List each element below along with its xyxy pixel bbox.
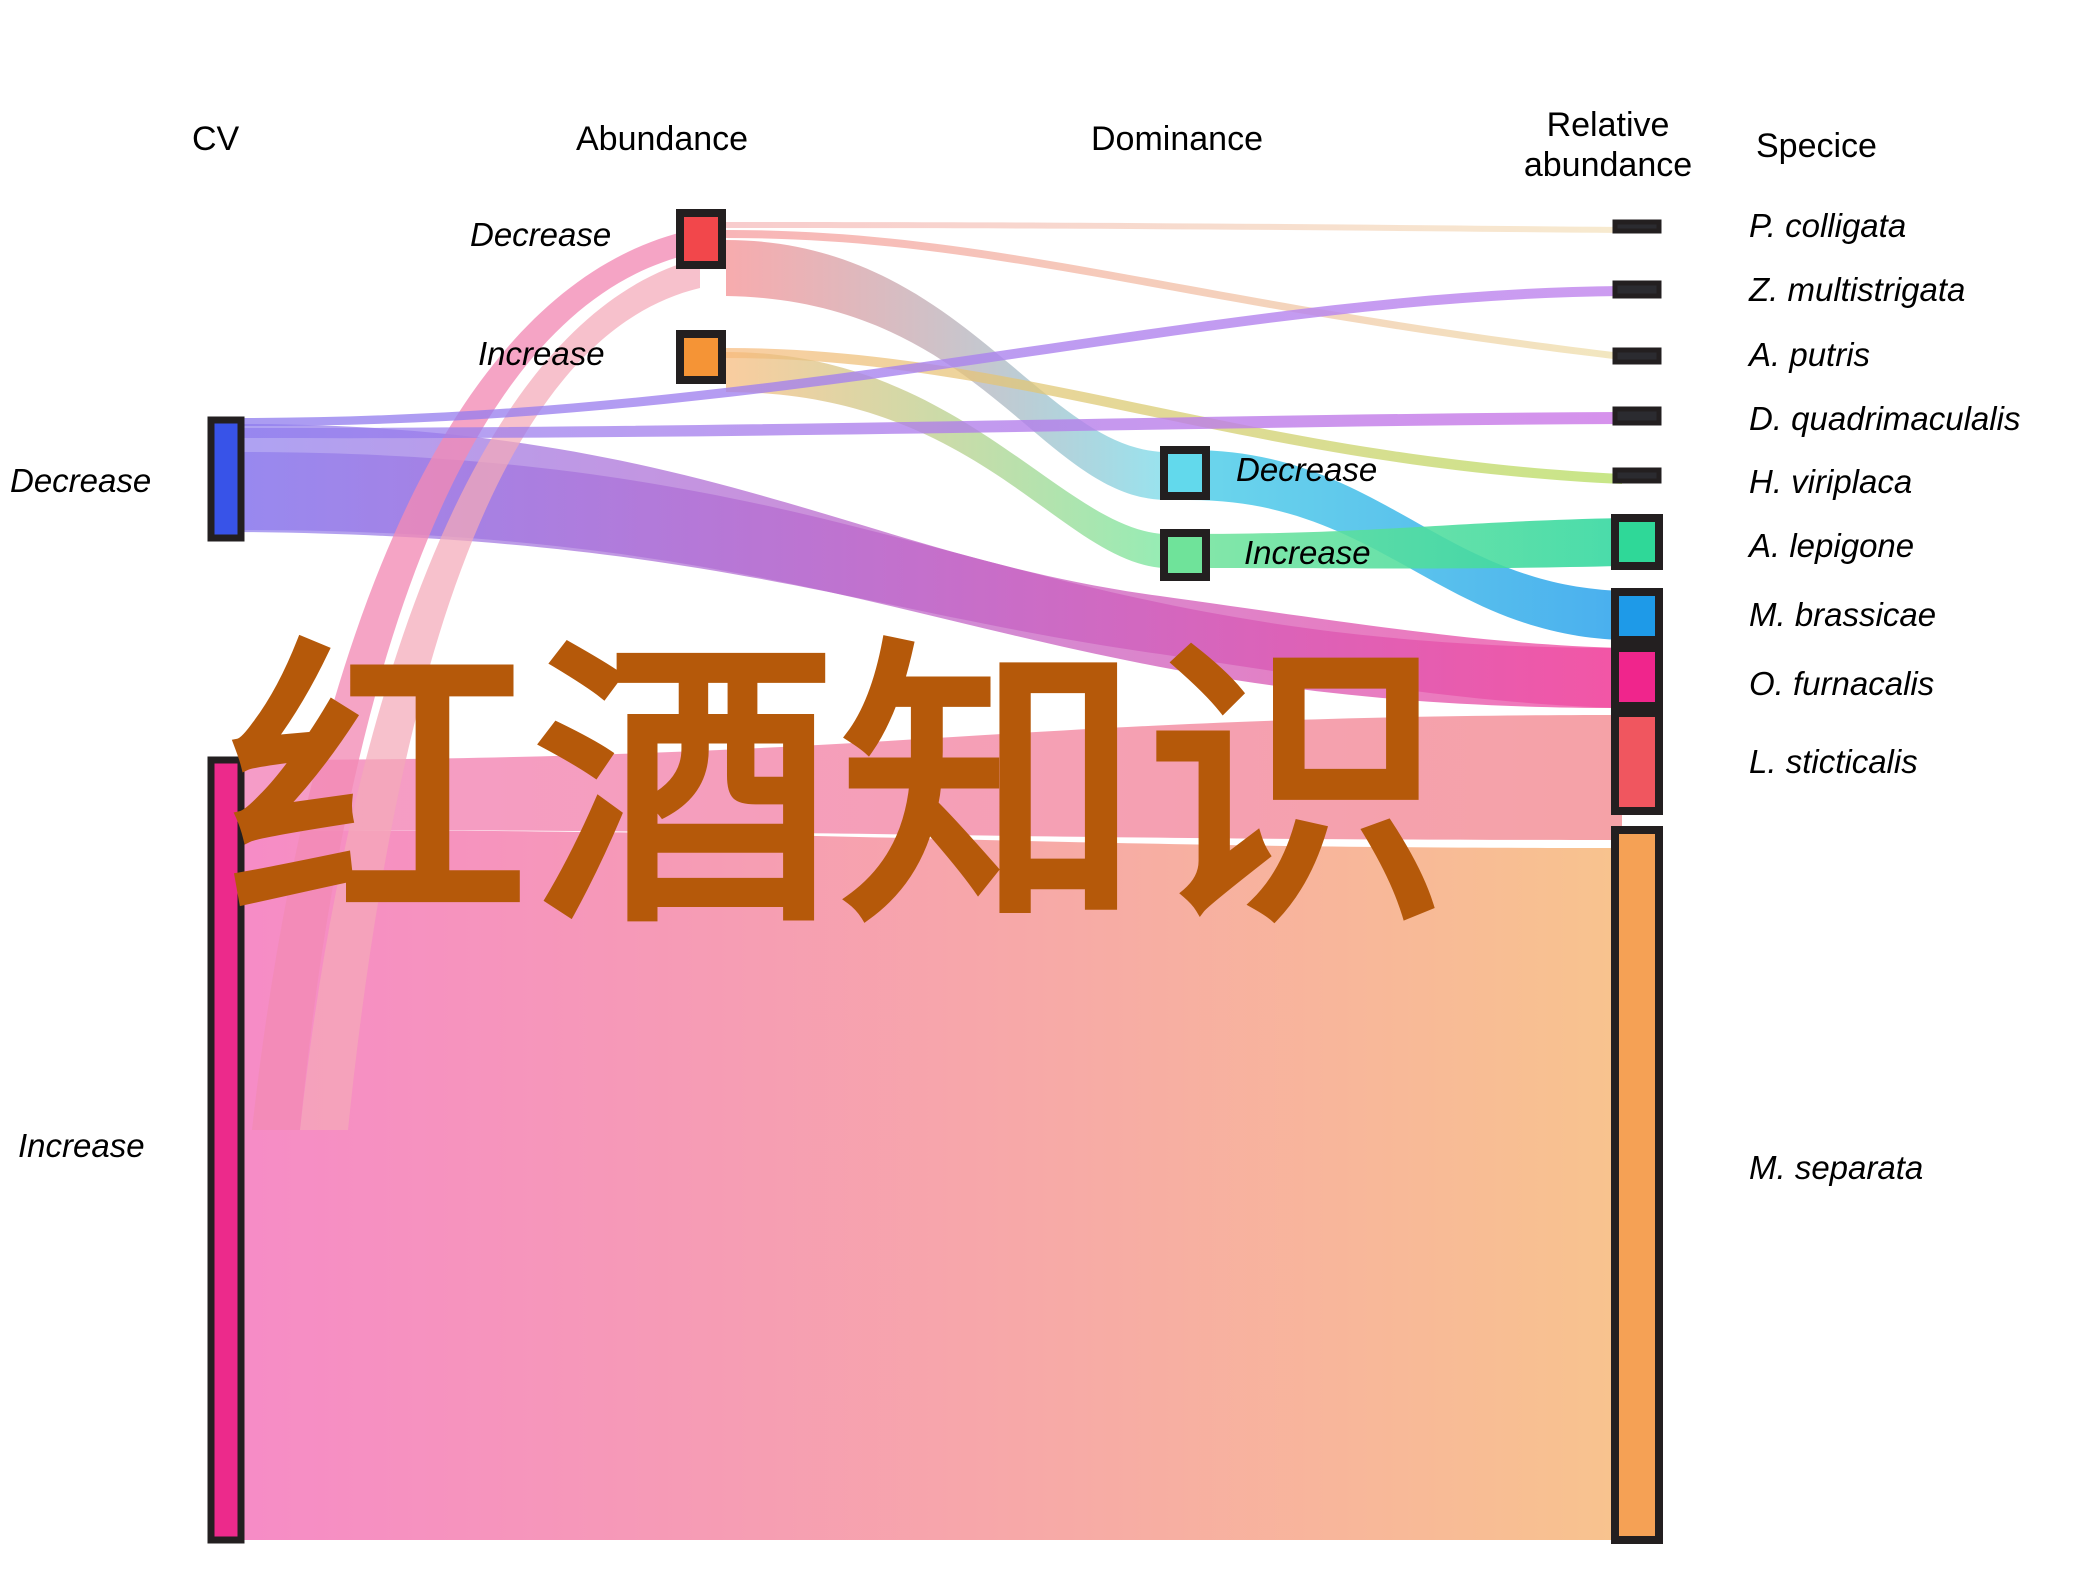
- column-header-relative-abundance: Relative abundance: [1503, 105, 1713, 185]
- node-relative-abundance-lsticticalis[interactable]: [1611, 709, 1663, 815]
- node-label-abundance-increase: Increase: [478, 335, 605, 372]
- flow-cv-increase-to-mseparata: [240, 830, 1622, 1540]
- species-label-m-brassicae: M. brassicae: [1749, 596, 1937, 633]
- node-relative-abundance-pcolligata[interactable]: [1612, 219, 1662, 234]
- node-dominance-increase[interactable]: [1160, 529, 1210, 581]
- node-relative-abundance-mbrassicae[interactable]: [1611, 588, 1663, 644]
- species-label-p-colligata: P. colligata: [1749, 207, 1907, 244]
- column-header-relative-abundance-line2: abundance: [1523, 146, 1693, 184]
- column-header-relative-abundance-line1: Relative: [1546, 106, 1670, 144]
- species-label-a-lepigone: A. lepigone: [1749, 527, 1915, 564]
- column-header-abundance: Abundance: [576, 120, 749, 158]
- sankey-diagram: CV Abundance Dominance Relative abundanc…: [0, 0, 2079, 1591]
- node-label-cv-decrease: Decrease: [10, 462, 152, 499]
- node-label-dominance-increase: Increase: [1244, 534, 1371, 571]
- node-relative-abundance-mseparata[interactable]: [1611, 826, 1663, 1544]
- species-label-l-sticticalis: L. sticticalis: [1749, 743, 1918, 780]
- node-abundance-increase[interactable]: [676, 330, 726, 384]
- species-label-o-furnacalis: O. furnacalis: [1749, 665, 1935, 702]
- node-abundance-decrease[interactable]: [676, 209, 726, 269]
- node-cv-increase[interactable]: [207, 756, 245, 1544]
- column-header-dominance: Dominance: [1091, 120, 1263, 158]
- species-label-z-multistrigata: Z. multistrigata: [1749, 271, 1966, 308]
- flow-abdecrease-to-pcolligata: [726, 222, 1622, 233]
- node-relative-abundance-hviriplaca[interactable]: [1612, 467, 1662, 484]
- species-label-h-viriplaca: H. viriplaca: [1749, 463, 1913, 500]
- node-label-dominance-decrease: Decrease: [1236, 451, 1378, 488]
- node-relative-abundance-dquadrimaculalis[interactable]: [1612, 406, 1662, 426]
- node-label-cv-increase: Increase: [18, 1127, 145, 1164]
- column-header-specice: Specice: [1756, 127, 1877, 165]
- node-relative-abundance-alepigone[interactable]: [1611, 514, 1663, 570]
- node-relative-abundance-zmultistrigata[interactable]: [1612, 280, 1662, 299]
- species-label-a-putris: A. putris: [1749, 336, 1871, 373]
- node-relative-abundance-ofurnacalis[interactable]: [1611, 644, 1663, 710]
- column-header-cv: CV: [192, 120, 240, 158]
- node-dominance-decrease[interactable]: [1160, 446, 1210, 500]
- species-label-d-quadrimaculalis: D. quadrimaculalis: [1749, 400, 2021, 437]
- node-cv-decrease[interactable]: [207, 416, 245, 542]
- species-label-m-separata: M. separata: [1749, 1149, 1924, 1186]
- node-relative-abundance-aputris[interactable]: [1612, 347, 1662, 365]
- node-label-abundance-decrease: Decrease: [470, 216, 612, 253]
